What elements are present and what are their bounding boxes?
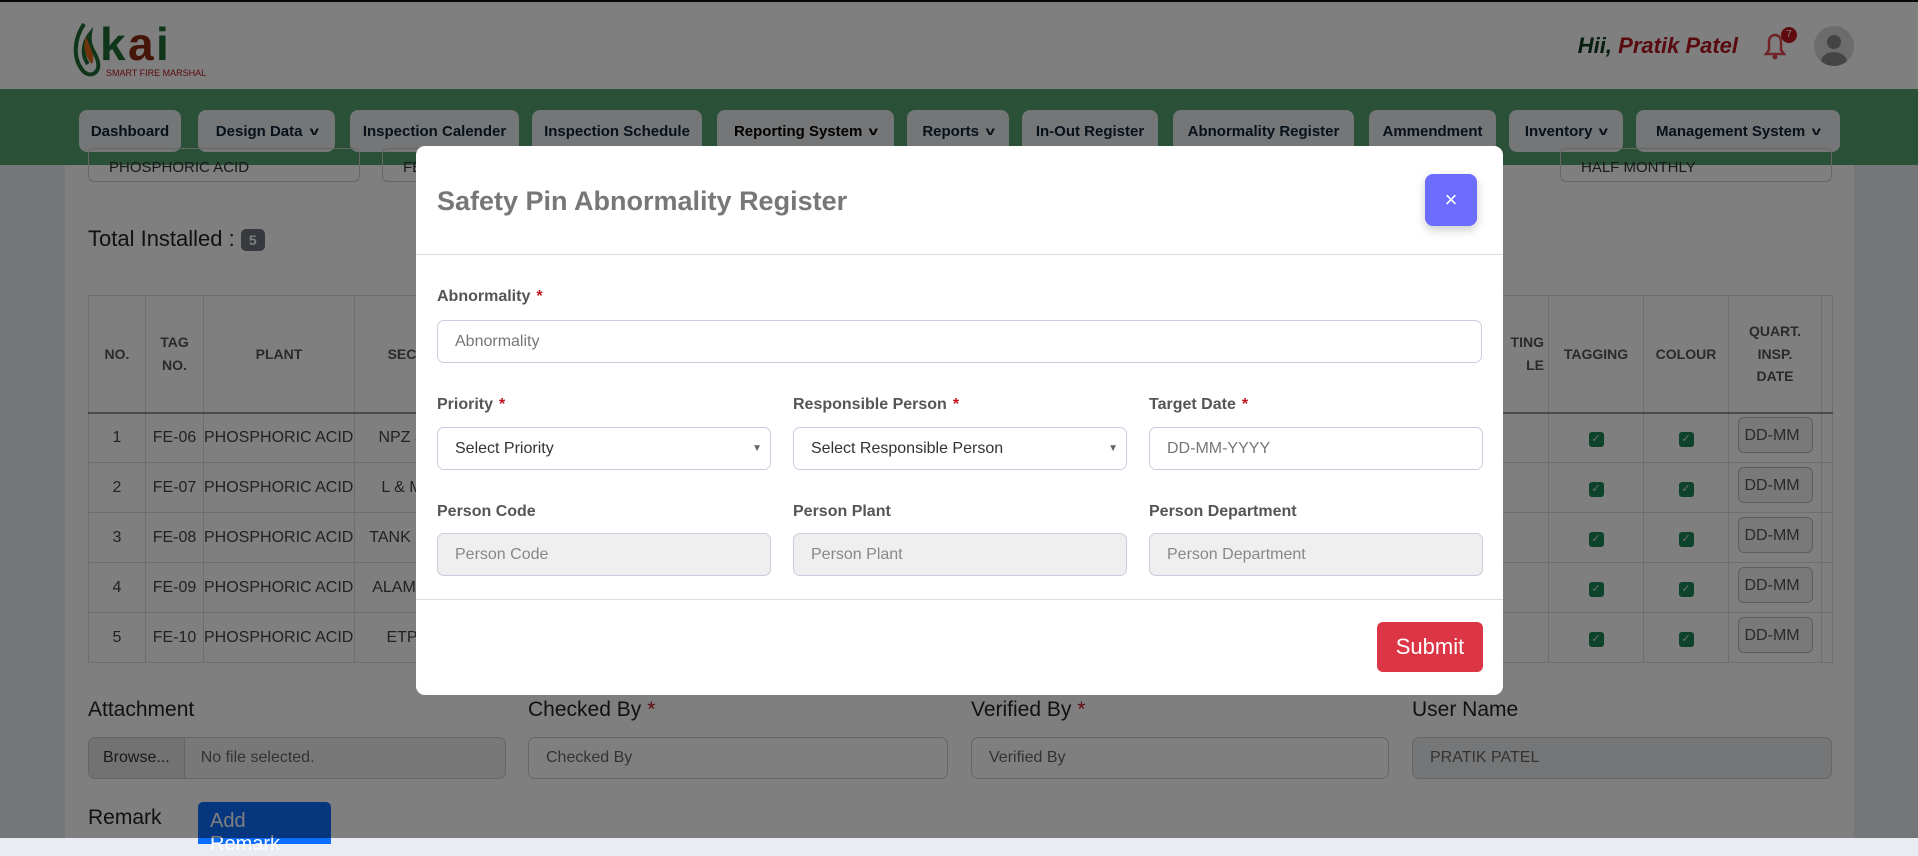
person-code-input: Person Code xyxy=(437,533,771,576)
responsible-person-select[interactable]: Select Responsible Person ▼ xyxy=(793,427,1127,470)
close-button[interactable]: × xyxy=(1425,174,1477,226)
header-divider xyxy=(416,254,1503,255)
target-date-input[interactable]: DD-MM-YYYY xyxy=(1149,427,1483,470)
target-date-label: Target Date * xyxy=(1149,396,1249,413)
person-plant-input: Person Plant xyxy=(793,533,1127,576)
priority-label: Priority * xyxy=(437,396,506,413)
person-department-label: Person Department xyxy=(1149,503,1297,520)
responsible-person-label: Responsible Person * xyxy=(793,396,960,413)
close-icon: × xyxy=(1444,187,1458,212)
person-department-input: Person Department xyxy=(1149,533,1483,576)
footer-divider xyxy=(416,599,1503,600)
caret-down-icon: ▼ xyxy=(752,443,762,454)
abnormality-label: Abnormality * xyxy=(437,288,543,305)
person-plant-label: Person Plant xyxy=(793,503,891,520)
abnormality-input[interactable]: Abnormality xyxy=(437,320,1482,363)
priority-select[interactable]: Select Priority ▼ xyxy=(437,427,771,470)
submit-button[interactable]: Submit xyxy=(1377,622,1483,672)
caret-down-icon: ▼ xyxy=(1108,443,1118,454)
person-code-label: Person Code xyxy=(437,503,536,520)
abnormality-modal: Safety Pin Abnormality Register × Abnorm… xyxy=(416,146,1503,695)
modal-title: Safety Pin Abnormality Register xyxy=(437,186,848,216)
